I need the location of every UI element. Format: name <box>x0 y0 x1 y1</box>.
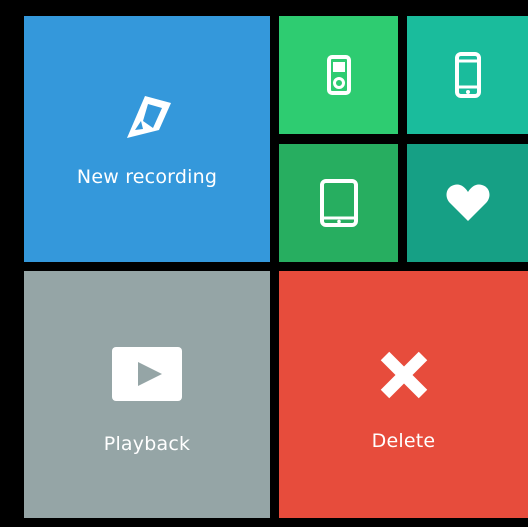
ipod-icon <box>326 55 351 95</box>
smartphone-icon <box>454 52 481 98</box>
tablet-tile[interactable] <box>279 144 398 262</box>
favorite-tile[interactable] <box>407 144 528 262</box>
new-recording-tile[interactable]: New recording <box>24 16 270 262</box>
tablet-icon <box>319 179 358 227</box>
delete-label: Delete <box>371 429 436 452</box>
phone-tile[interactable] <box>407 16 528 134</box>
new-recording-label: New recording <box>76 166 218 188</box>
play-icon <box>112 346 182 401</box>
pencil-icon <box>127 96 171 138</box>
heart-icon <box>446 184 489 221</box>
x-icon <box>380 351 427 398</box>
delete-tile[interactable]: Delete <box>279 271 528 518</box>
playback-label: Playback <box>103 432 191 455</box>
playback-tile[interactable]: Playback <box>24 271 270 518</box>
ipod-tile[interactable] <box>279 16 398 134</box>
